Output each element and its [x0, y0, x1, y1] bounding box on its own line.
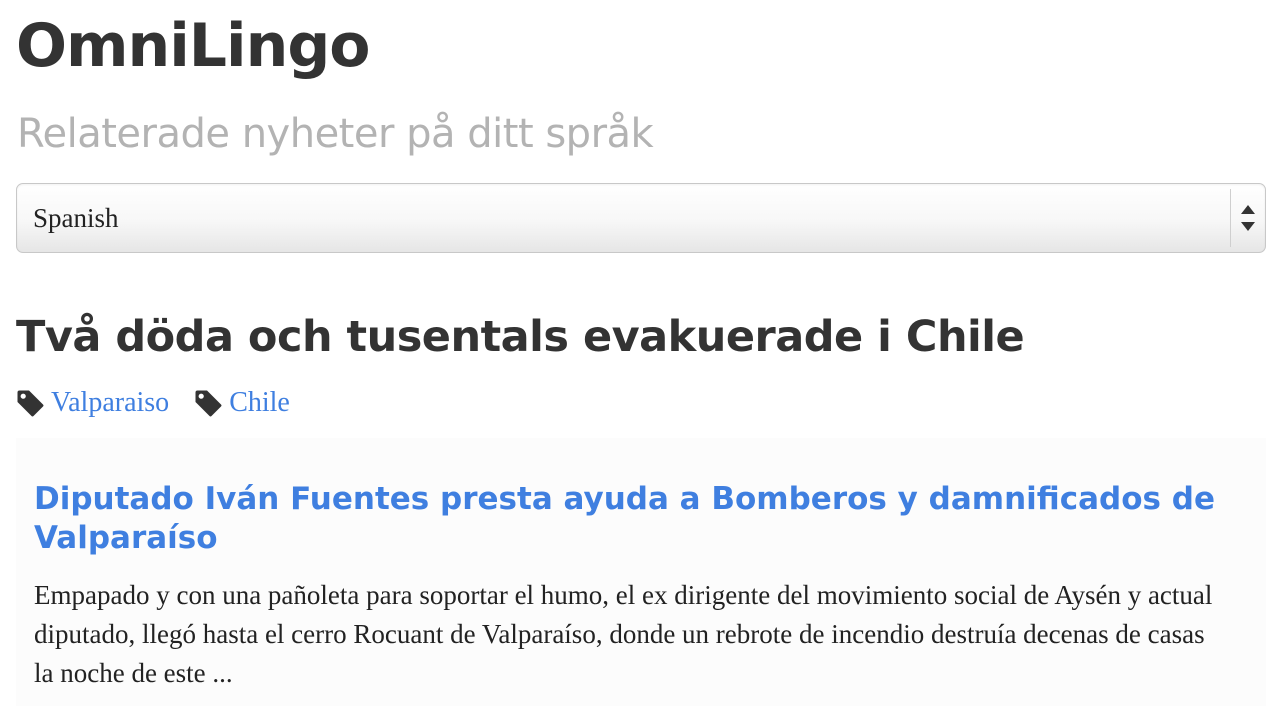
- tag-icon: [194, 389, 223, 418]
- tag-list: Valparaiso Chile: [16, 383, 315, 423]
- language-select-value: Spanish: [33, 203, 119, 233]
- tag-link-valparaiso[interactable]: Valparaiso: [16, 383, 169, 423]
- tag-label: Chile: [229, 387, 290, 418]
- page-subtitle: Relaterade nyheter på ditt språk: [17, 111, 654, 157]
- brand-title: OmniLingo: [16, 11, 370, 81]
- article-card: Diputado Iván Fuentes presta ayuda a Bom…: [16, 438, 1266, 706]
- article-title-link[interactable]: Diputado Iván Fuentes presta ayuda a Bom…: [34, 480, 1234, 558]
- article-excerpt: Empapado y con una pañoleta para soporta…: [34, 580, 1213, 688]
- tag-icon: [16, 389, 45, 418]
- up-down-arrows-icon[interactable]: [1231, 184, 1265, 252]
- story-headline: Två döda och tusentals evakuerade i Chil…: [16, 312, 1025, 362]
- language-select[interactable]: Spanish: [16, 183, 1266, 253]
- tag-link-chile[interactable]: Chile: [194, 383, 290, 423]
- tag-label: Valparaiso: [51, 387, 170, 418]
